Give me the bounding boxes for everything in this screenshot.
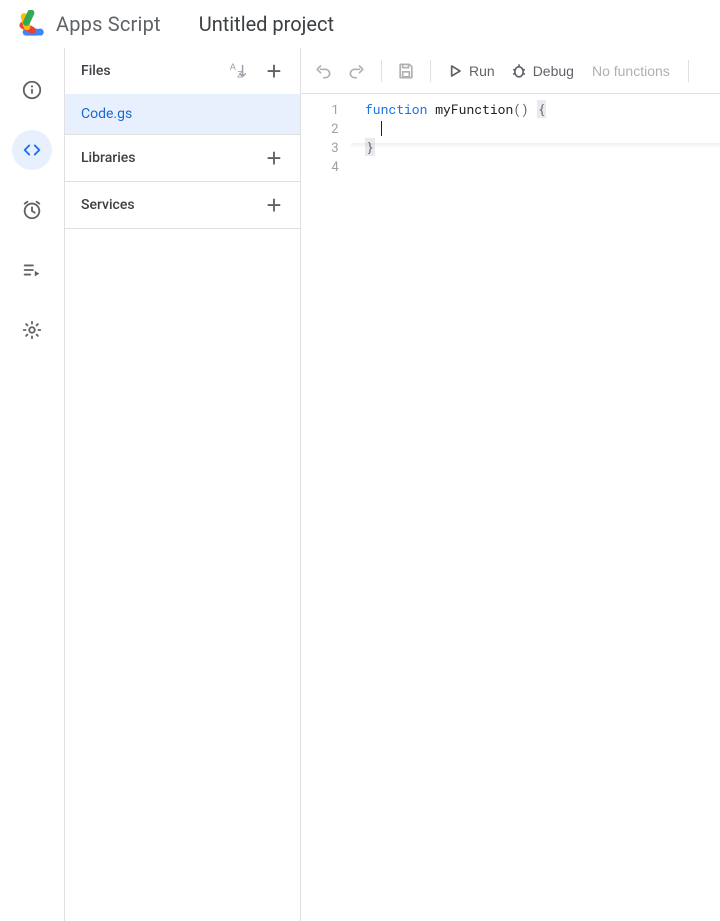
libraries-section-header: Libraries + <box>65 135 300 181</box>
play-icon <box>445 61 465 81</box>
nav-overview[interactable] <box>12 70 52 110</box>
svg-text:A: A <box>230 62 237 72</box>
nav-rail <box>0 48 64 921</box>
nav-triggers[interactable] <box>12 190 52 230</box>
toolbar-separator <box>688 60 689 82</box>
run-label: Run <box>469 63 495 79</box>
code-editor[interactable]: 1 2 3 4 function myFunction() { } <box>301 94 720 921</box>
add-file-button[interactable]: + <box>258 55 290 87</box>
line-gutter: 1 2 3 4 <box>301 100 351 921</box>
header: Apps Script Untitled project <box>0 0 720 48</box>
brand-label: Apps Script <box>56 12 161 36</box>
debug-icon <box>509 61 529 81</box>
text-cursor <box>381 121 382 136</box>
line-number: 2 <box>301 119 339 138</box>
project-title[interactable]: Untitled project <box>199 12 334 36</box>
save-icon <box>396 61 416 81</box>
redo-button[interactable] <box>341 53 373 89</box>
nav-executions[interactable] <box>12 250 52 290</box>
services-label: Services <box>81 197 135 213</box>
nav-editor[interactable] <box>12 130 52 170</box>
file-item-code-gs[interactable]: Code.gs <box>65 94 300 134</box>
save-button[interactable] <box>390 53 422 89</box>
redo-icon <box>347 61 367 81</box>
function-select[interactable]: No functions <box>582 53 680 89</box>
line-number: 3 <box>301 138 339 157</box>
editor-area: Run Debug No functions 1 2 3 4 function … <box>301 48 720 921</box>
nav-settings[interactable] <box>12 310 52 350</box>
undo-icon <box>313 61 333 81</box>
run-button[interactable]: Run <box>439 53 501 89</box>
files-section-header: Files AZ + <box>65 48 300 94</box>
code-line <box>365 157 720 176</box>
plus-icon: + <box>266 58 281 84</box>
add-service-button[interactable]: + <box>258 189 290 221</box>
code-icon <box>21 139 43 161</box>
line-number: 1 <box>301 100 339 119</box>
gear-icon <box>21 319 43 341</box>
sort-files-button[interactable]: AZ <box>222 55 254 87</box>
alarm-icon <box>21 199 43 221</box>
editor-shadow <box>351 143 720 148</box>
libraries-label: Libraries <box>81 150 135 166</box>
editor-toolbar: Run Debug No functions <box>301 48 720 94</box>
executions-icon <box>21 259 43 281</box>
files-label: Files <box>81 63 111 79</box>
plus-icon: + <box>266 192 281 218</box>
code-line <box>365 119 720 138</box>
code-content[interactable]: function myFunction() { } <box>351 100 720 921</box>
services-section-header: Services + <box>65 182 300 228</box>
function-select-label: No functions <box>592 63 670 79</box>
apps-script-logo-icon <box>18 10 46 38</box>
code-line: function myFunction() { <box>365 100 720 119</box>
sort-az-icon: AZ <box>227 60 249 82</box>
info-icon <box>21 79 43 101</box>
toolbar-separator <box>430 60 431 82</box>
sidebar: Files AZ + Code.gs Libraries + Services <box>64 48 301 921</box>
plus-icon: + <box>266 145 281 171</box>
undo-button[interactable] <box>307 53 339 89</box>
debug-button[interactable]: Debug <box>503 53 580 89</box>
debug-label: Debug <box>533 63 574 79</box>
add-library-button[interactable]: + <box>258 142 290 174</box>
toolbar-separator <box>381 60 382 82</box>
line-number: 4 <box>301 157 339 176</box>
